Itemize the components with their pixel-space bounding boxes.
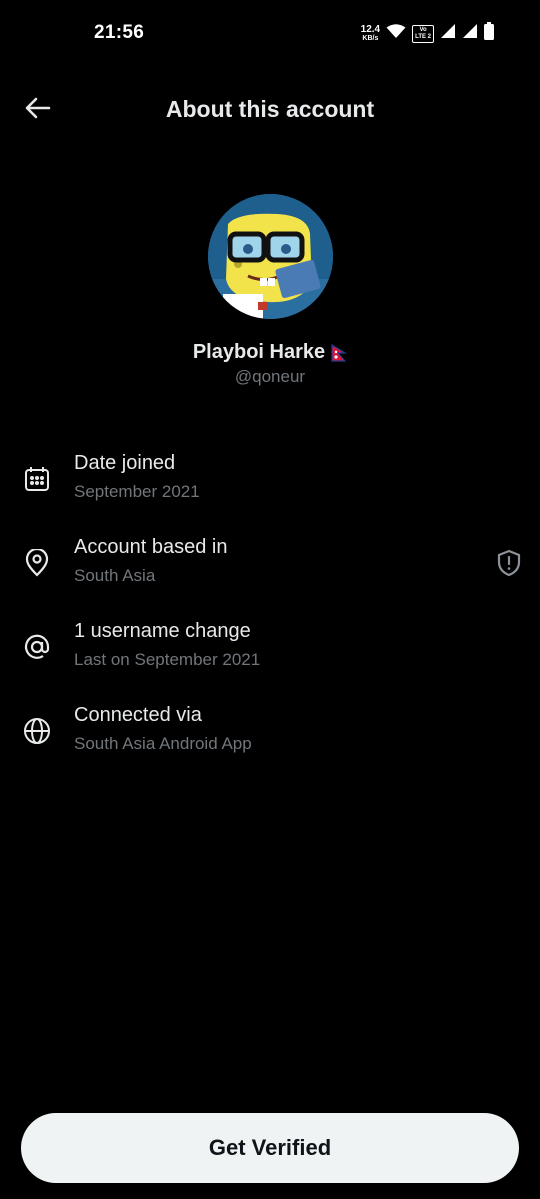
handle: @qoneur	[234, 367, 306, 386]
header: About this account	[0, 80, 540, 140]
info-item-account-based-in[interactable]: Account based in South Asia	[0, 532, 540, 616]
info-value: South Asia	[74, 566, 156, 585]
shield-alert-icon[interactable]	[494, 548, 524, 578]
battery-icon	[484, 22, 494, 45]
info-label: 1 username change	[74, 620, 251, 642]
status-icons: 12.4 KB/s Vo LTE 2	[361, 22, 494, 45]
page-title: About this account	[165, 96, 375, 122]
globe-icon	[22, 716, 52, 746]
status-bar: 21:56 12.4 KB/s Vo LTE 2	[0, 0, 540, 68]
net-speed: 12.4 KB/s	[360, 23, 381, 43]
info-item-connected-via: Connected via South Asia Android App	[0, 700, 540, 784]
get-verified-label: Get Verified	[208, 1135, 332, 1160]
info-item-username-change: 1 username change Last on September 2021	[0, 616, 540, 700]
info-value: September 2021	[74, 482, 200, 501]
info-value: South Asia Android App	[74, 734, 252, 753]
network-badge-top: Vo	[419, 26, 427, 33]
at-sign-icon	[22, 632, 52, 662]
info-value: Last on September 2021	[74, 650, 261, 669]
info-label: Account based in	[74, 536, 228, 558]
net-speed-unit: KB/s	[362, 34, 379, 42]
info-label: Date joined	[74, 452, 176, 474]
info-item-date-joined: Date joined September 2021	[0, 448, 540, 532]
signal-icon	[462, 23, 478, 44]
location-pin-icon	[22, 548, 52, 578]
network-badge-bottom: LTE 2	[415, 33, 431, 40]
wifi-icon	[386, 23, 406, 44]
lte-icon: Vo LTE 2	[412, 24, 434, 43]
signal-icon	[440, 23, 456, 44]
display-name: Playboi Harke	[192, 341, 326, 363]
status-time: 21:56	[94, 22, 145, 43]
net-speed-value: 12.4	[360, 23, 381, 35]
avatar[interactable]	[208, 194, 333, 319]
info-label: Connected via	[74, 704, 202, 726]
calendar-icon	[22, 464, 52, 494]
get-verified-button[interactable]: Get Verified	[21, 1113, 519, 1183]
account-info-list: Date joined September 2021 Account based…	[0, 448, 540, 784]
nepal-flag-icon	[331, 343, 348, 362]
display-name-row: Playboi Harke	[0, 341, 540, 364]
